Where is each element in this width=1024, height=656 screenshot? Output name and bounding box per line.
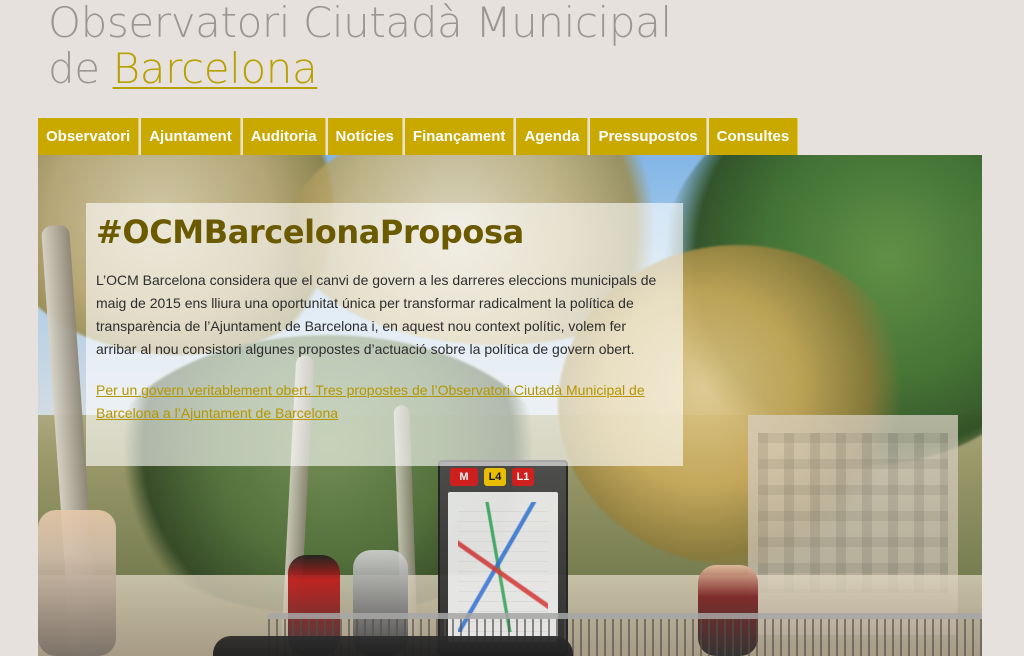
- metro-badges: M L4 L1: [450, 468, 560, 486]
- hero-heading: #OCMBarcelonaProposa: [96, 213, 524, 251]
- site-title-line2: de Barcelona: [48, 46, 748, 92]
- metro-line-l4-icon: L4: [484, 468, 506, 486]
- nav-item-consultes[interactable]: Consultes: [708, 118, 799, 155]
- pedestrian: [38, 510, 116, 656]
- nav-item-financament[interactable]: Finançament: [404, 118, 515, 155]
- nav-item-noticies[interactable]: Notícies: [327, 118, 403, 155]
- main-nav: Observatori Ajuntament Auditoria Notície…: [38, 118, 799, 155]
- city-link[interactable]: Barcelona: [113, 44, 318, 93]
- proposal-link[interactable]: Per un govern veritablement obert. Tres …: [96, 379, 668, 425]
- nav-item-agenda[interactable]: Agenda: [516, 118, 589, 155]
- hero-text-panel: #OCMBarcelonaProposa L’OCM Barcelona con…: [86, 203, 683, 466]
- hero: M L4 L1 #OCMBarcelonaProposa L’OCM Barce…: [38, 155, 982, 656]
- nav-item-pressupostos[interactable]: Pressupostos: [590, 118, 707, 155]
- metro-logo-icon: M: [450, 468, 478, 486]
- hero-body: L’OCM Barcelona considera que el canvi d…: [96, 272, 657, 357]
- car: [213, 636, 573, 656]
- nav-item-auditoria[interactable]: Auditoria: [242, 118, 326, 155]
- site-title-prefix: de: [48, 44, 113, 93]
- site-title-line1: Observatori Ciutadà Municipal: [48, 0, 672, 47]
- nav-item-ajuntament[interactable]: Ajuntament: [141, 118, 241, 155]
- nav-item-observatori[interactable]: Observatori: [38, 118, 140, 155]
- site-title: Observatori Ciutadà Municipal de Barcelo…: [48, 0, 748, 92]
- metro-line-l1-icon: L1: [512, 468, 534, 486]
